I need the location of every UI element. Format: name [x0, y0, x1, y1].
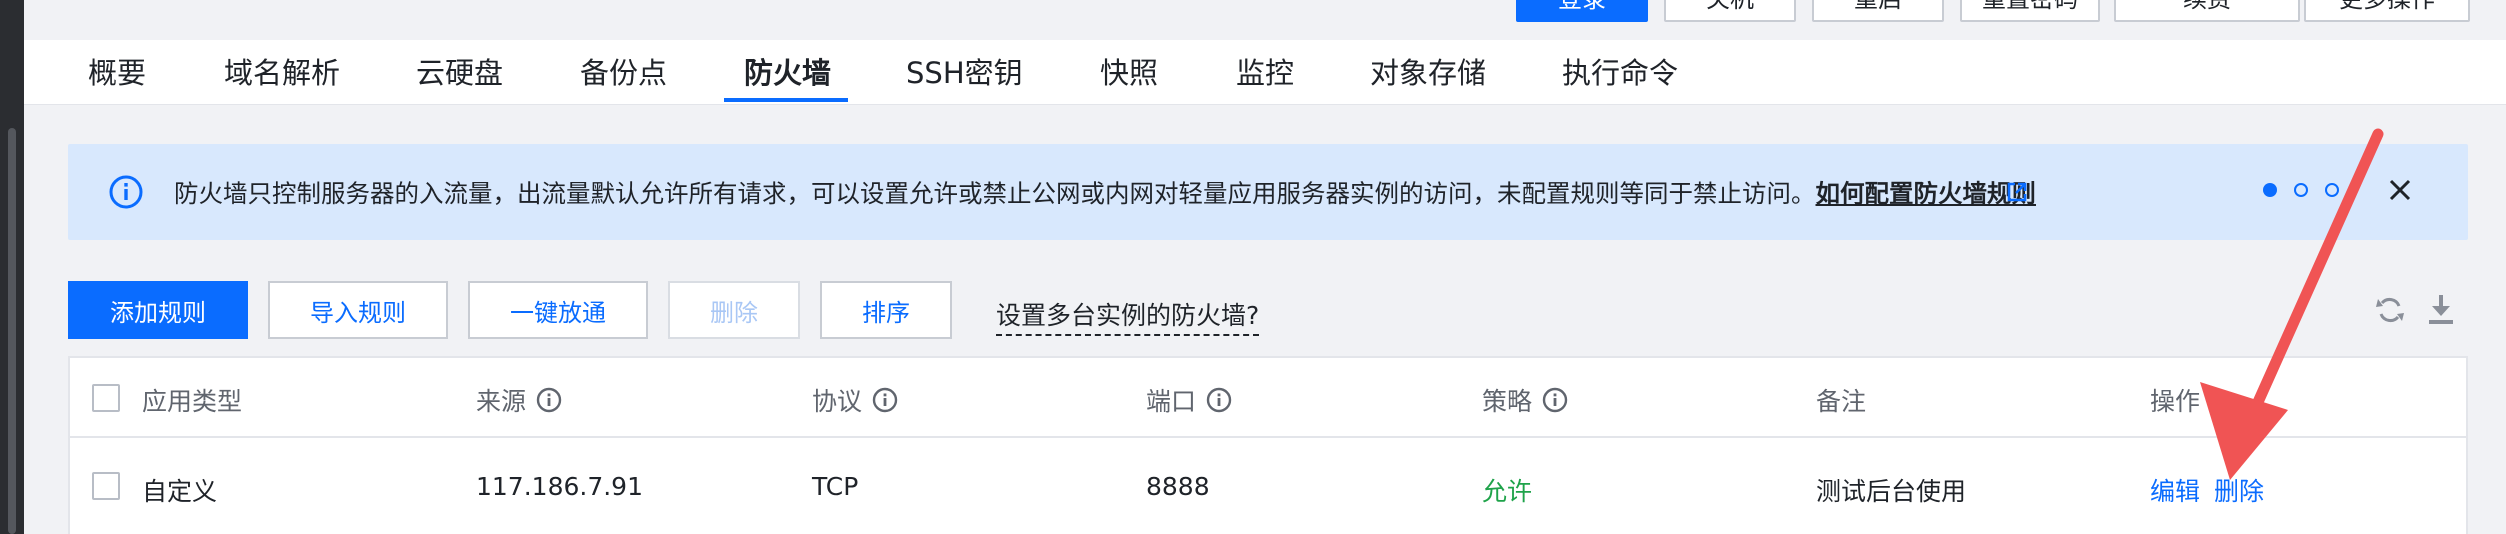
- shutdown-button[interactable]: 关机: [1664, 0, 1796, 22]
- cell-app-type: 自定义: [142, 477, 218, 506]
- more-actions-button[interactable]: 更多操作: [2304, 0, 2470, 22]
- reset-password-button[interactable]: 重置密码: [1960, 0, 2100, 22]
- notice-text: 防火墙只控制服务器的入流量，出流量默认允许所有请求，可以设置允许或禁止公网或内网…: [174, 175, 2036, 210]
- port-info-icon[interactable]: [1206, 387, 1232, 413]
- firewall-rules-table: [68, 356, 2468, 534]
- one-click-open-button[interactable]: 一键放通: [468, 281, 648, 339]
- tab-snapshots[interactable]: 快照: [1100, 50, 1158, 92]
- header-source: 来源: [476, 382, 562, 418]
- tab-ssh-keys[interactable]: SSH密钥: [906, 50, 1023, 92]
- restart-button[interactable]: 重启: [1812, 0, 1944, 22]
- cell-port: 8888: [1146, 472, 1210, 501]
- info-icon: [109, 175, 143, 209]
- notice-config-link[interactable]: 如何配置防火墙规则: [1816, 179, 2037, 208]
- cell-remark: 测试后台使用: [1816, 477, 1967, 506]
- header-remark: 备注: [1816, 387, 1867, 416]
- tab-object-storage[interactable]: 对象存储: [1370, 50, 1486, 92]
- scrollbar-thumb[interactable]: [8, 128, 16, 534]
- tab-run-command[interactable]: 执行命令: [1562, 50, 1678, 92]
- active-tab-indicator: [724, 98, 848, 102]
- delete-button[interactable]: 删除: [668, 281, 800, 339]
- select-all-checkbox[interactable]: [92, 384, 120, 412]
- row-checkbox[interactable]: [92, 472, 120, 500]
- header-protocol: 协议: [812, 382, 898, 418]
- external-link-icon[interactable]: [2006, 181, 2028, 203]
- table-header-divider: [70, 436, 2466, 438]
- tab-firewall[interactable]: 防火墙: [744, 50, 831, 92]
- cell-source: 117.186.7.91: [476, 472, 643, 501]
- tab-dns[interactable]: 域名解析: [224, 50, 340, 92]
- login-button[interactable]: 登录: [1516, 0, 1648, 22]
- sort-button[interactable]: 排序: [820, 281, 952, 339]
- tab-monitoring[interactable]: 监控: [1236, 50, 1294, 92]
- left-scroll-strip: [0, 0, 24, 534]
- header-app-type: 应用类型: [142, 387, 243, 416]
- header-policy: 策略: [1482, 382, 1568, 418]
- tab-overview[interactable]: 概要: [88, 50, 146, 92]
- policy-info-icon[interactable]: [1542, 387, 1568, 413]
- download-icon[interactable]: [2426, 292, 2456, 326]
- protocol-info-icon[interactable]: [872, 387, 898, 413]
- import-rules-button[interactable]: 导入规则: [268, 281, 448, 339]
- tab-cloud-disk[interactable]: 云硬盘: [416, 50, 503, 92]
- source-info-icon[interactable]: [536, 387, 562, 413]
- tab-backup[interactable]: 备份点: [580, 50, 667, 92]
- multi-instance-firewall-link[interactable]: 设置多台实例的防火墙?: [996, 296, 1260, 336]
- notice-message: 防火墙只控制服务器的入流量，出流量默认允许所有请求，可以设置允许或禁止公网或内网…: [174, 179, 1816, 208]
- add-rule-button[interactable]: 添加规则: [68, 281, 248, 339]
- annotation-arrow: [2200, 128, 2384, 480]
- cell-policy: 允许: [1482, 477, 1533, 506]
- header-port: 端口: [1146, 382, 1232, 418]
- cell-protocol: TCP: [812, 472, 859, 501]
- renew-button[interactable]: 续费: [2114, 0, 2300, 22]
